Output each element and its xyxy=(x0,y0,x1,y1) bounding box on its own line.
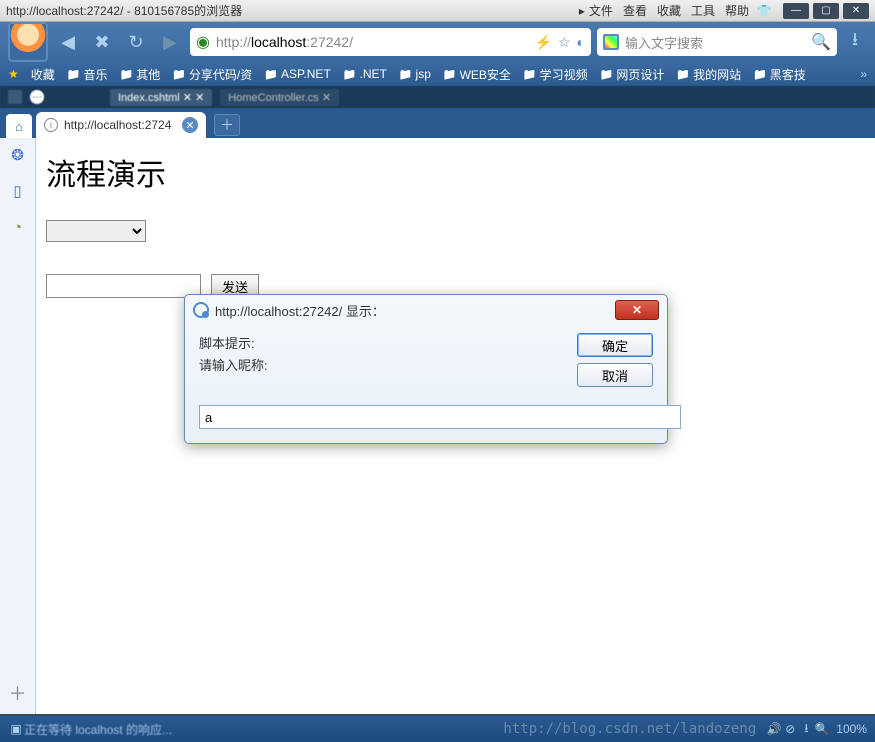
bookmarks-overflow-icon[interactable]: » xyxy=(860,67,867,81)
content-wrapper: ❂ ▯ ◔ ＋ 流程演示 发送 http://localhost:27242/ … xyxy=(0,138,875,714)
maximize-button[interactable]: ▢ xyxy=(813,3,839,19)
status-zoom-value: 100% xyxy=(836,722,867,736)
download-button[interactable]: ⭳ xyxy=(843,27,867,57)
compat-icon[interactable]: ◐ xyxy=(577,34,585,50)
refresh-button[interactable]: ↻ xyxy=(122,28,150,56)
sidepanel-phone-icon[interactable]: ▯ xyxy=(9,182,27,200)
favorites-label[interactable]: 收藏 xyxy=(31,66,55,83)
side-panel: ❂ ▯ ◔ ＋ xyxy=(0,138,36,714)
tab-close-button[interactable]: ✕ xyxy=(182,117,198,133)
bookmark-folder[interactable]: 网页设计 xyxy=(600,66,665,83)
address-text: http://localhost:27242/ xyxy=(216,34,529,50)
dialog-input-wrap xyxy=(199,405,681,429)
menu-help[interactable]: 帮助 xyxy=(725,2,749,19)
dialog-input[interactable] xyxy=(199,405,681,429)
bookmark-folder[interactable]: 其他 xyxy=(120,66,161,83)
prompt-dialog: http://localhost:27242/ 显示： ✕ 脚本提示: 请输入昵… xyxy=(184,294,668,444)
dialog-body: 脚本提示: 请输入昵称: 确定 取消 xyxy=(185,325,667,401)
dialog-message-line2: 请输入昵称: xyxy=(199,355,565,377)
bg-tab: Index.cshtml ✕ ✕ xyxy=(110,89,212,106)
sidepanel-clock-icon[interactable]: ◔ xyxy=(9,218,27,236)
close-button[interactable]: ✕ xyxy=(843,3,869,19)
lightning-icon[interactable]: ⚡ xyxy=(535,34,552,51)
tab-favicon-icon: i xyxy=(44,118,58,132)
bookmark-folder[interactable]: ASP.NET xyxy=(264,67,331,81)
window-titlebar: http://localhost:27242/ - 810156785的浏览器 … xyxy=(0,0,875,22)
bookmarks-bar: ★ 收藏 音乐 其他 分享代码/资 ASP.NET .NET jsp WEB安全… xyxy=(0,62,875,86)
bookmark-folder[interactable]: .NET xyxy=(343,67,387,81)
sidepanel-add-button[interactable]: ＋ xyxy=(9,680,27,706)
menu-tools[interactable]: 工具 xyxy=(691,2,715,19)
dialog-titlebar: http://localhost:27242/ 显示： ✕ xyxy=(185,295,667,325)
search-placeholder: 输入文字搜索 xyxy=(625,33,805,52)
dialog-title-text: http://localhost:27242/ 显示： xyxy=(215,301,385,320)
browser-tab-bar: ⌂ i http://localhost:2724 ✕ ＋ xyxy=(0,108,875,138)
watermark-text: http://blog.csdn.net/landozeng xyxy=(503,721,756,737)
dialog-buttons: 确定 取消 xyxy=(577,333,653,387)
message-input[interactable] xyxy=(46,274,201,298)
bookmark-folder[interactable]: 分享代码/资 xyxy=(172,66,252,83)
web-page: 流程演示 发送 http://localhost:27242/ 显示： ✕ 脚本… xyxy=(36,138,875,714)
status-block-icon[interactable]: ⊘ xyxy=(782,722,798,736)
address-bar[interactable]: ◉ http://localhost:27242/ ⚡ ☆ ◐ xyxy=(190,28,591,56)
star-icon[interactable]: ☆ xyxy=(558,34,571,51)
status-sound-icon[interactable]: 🔊 xyxy=(766,722,782,736)
page-heading: 流程演示 xyxy=(46,150,865,194)
status-monitor-icon[interactable]: ▣ xyxy=(8,722,24,736)
bookmark-folder[interactable]: jsp xyxy=(399,67,431,81)
menu-arrow-icon: ▸ xyxy=(579,4,585,18)
dialog-app-icon xyxy=(193,302,209,318)
bg-tab: HomeController.cs ✕ xyxy=(220,89,339,106)
sidepanel-compass-icon[interactable]: ❂ xyxy=(9,146,27,164)
dropdown-select[interactable] xyxy=(46,220,146,242)
search-bar[interactable]: 输入文字搜索 🔍 xyxy=(597,28,837,56)
status-bar: ▣ 正在等待 localhost 的响应... http://blog.csdn… xyxy=(0,716,875,742)
background-editor-strip: ⋯ Index.cshtml ✕ ✕ HomeController.cs ✕ xyxy=(0,86,875,108)
favorites-star-icon[interactable]: ★ xyxy=(8,67,19,81)
dialog-close-button[interactable]: ✕ xyxy=(615,300,659,320)
menu-view[interactable]: 查看 xyxy=(623,2,647,19)
dialog-message: 脚本提示: 请输入昵称: xyxy=(199,333,565,387)
bg-square-icon xyxy=(8,90,22,104)
status-download-icon[interactable]: ⭳ xyxy=(798,719,814,740)
status-loading-text: 正在等待 localhost 的响应... xyxy=(24,721,172,738)
security-shield-icon: ◉ xyxy=(196,32,210,52)
dialog-message-line1: 脚本提示: xyxy=(199,333,565,355)
minimize-button[interactable]: ― xyxy=(783,3,809,19)
stop-button[interactable]: ✖ xyxy=(88,28,116,56)
tab-title: http://localhost:2724 xyxy=(64,118,176,132)
back-button[interactable]: ◀ xyxy=(54,28,82,56)
window-buttons: ― ▢ ✕ xyxy=(783,3,869,19)
dialog-ok-button[interactable]: 确定 xyxy=(577,333,653,357)
bookmark-folder[interactable]: 学习视频 xyxy=(523,66,588,83)
bookmark-folder[interactable]: 我的网站 xyxy=(676,66,741,83)
forward-button[interactable]: ▶ xyxy=(156,28,184,56)
browser-tab[interactable]: i http://localhost:2724 ✕ xyxy=(36,112,206,138)
bookmark-folder[interactable]: 音乐 xyxy=(67,66,108,83)
user-avatar[interactable] xyxy=(8,22,48,62)
bookmark-folder[interactable]: 黑客技 xyxy=(753,66,806,83)
search-engine-icon[interactable] xyxy=(603,34,619,50)
search-icon[interactable]: 🔍 xyxy=(811,32,831,52)
new-tab-button[interactable]: ＋ xyxy=(214,114,240,136)
dialog-cancel-button[interactable]: 取消 xyxy=(577,363,653,387)
menu-file[interactable]: 文件 xyxy=(589,2,613,19)
skin-icon[interactable]: 👕 xyxy=(755,4,773,18)
window-menus: 文件 查看 收藏 工具 帮助 xyxy=(589,2,749,19)
status-zoom-icon[interactable]: 🔍 xyxy=(814,722,830,736)
menu-favorites[interactable]: 收藏 xyxy=(657,2,681,19)
home-button[interactable]: ⌂ xyxy=(6,114,32,138)
bookmark-folder[interactable]: WEB安全 xyxy=(443,66,511,83)
bg-dot-icon: ⋯ xyxy=(30,90,44,104)
window-title: http://localhost:27242/ - 810156785的浏览器 xyxy=(6,2,579,19)
browser-toolbar: ◀ ✖ ↻ ▶ ◉ http://localhost:27242/ ⚡ ☆ ◐ … xyxy=(0,22,875,62)
